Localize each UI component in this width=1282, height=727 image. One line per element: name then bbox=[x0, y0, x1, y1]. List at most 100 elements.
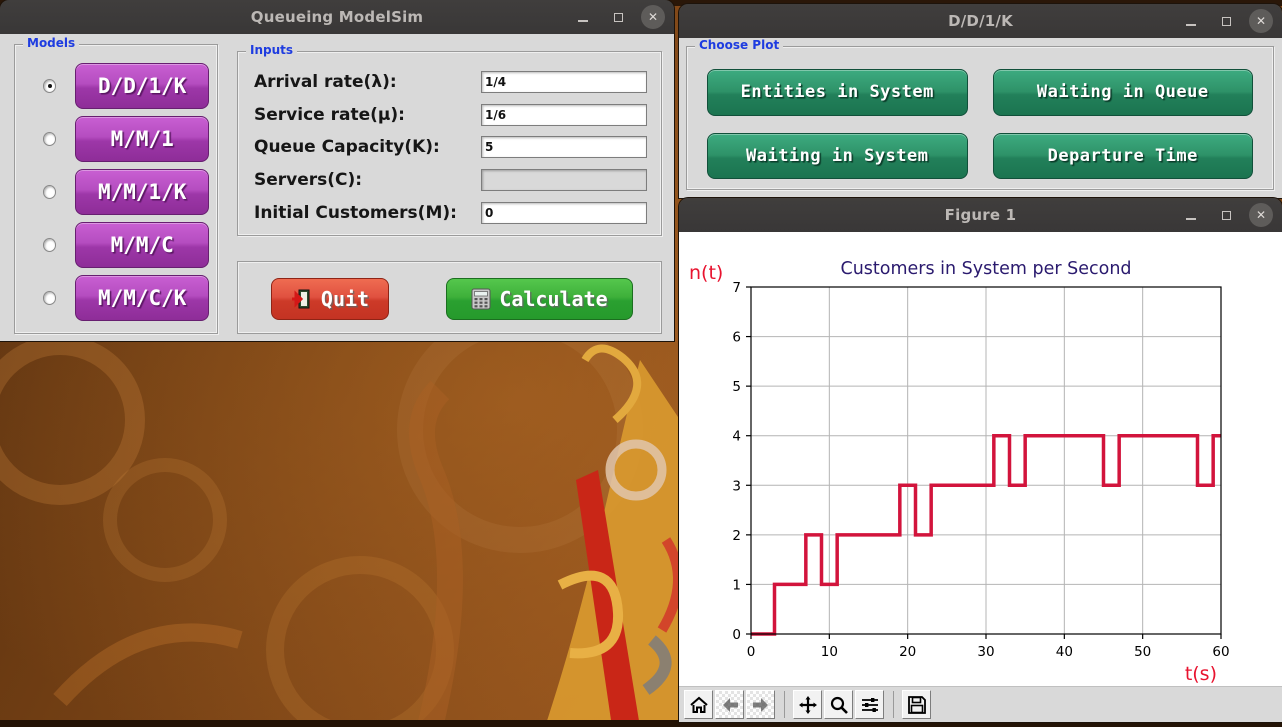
chooser-titlebar[interactable]: D/D/1/K ✕ bbox=[679, 4, 1282, 38]
pan-button[interactable] bbox=[793, 690, 822, 719]
queue-capacity-label: Queue Capacity(K): bbox=[254, 137, 440, 158]
window-plot-chooser: D/D/1/K ✕ Choose Plot Entities in System… bbox=[679, 4, 1282, 198]
model-button-mm1k[interactable]: M/M/1/K bbox=[75, 169, 209, 215]
service-rate-label: Service rate(μ): bbox=[254, 104, 405, 125]
waiting-in-system-button[interactable]: Waiting in System bbox=[707, 132, 968, 179]
input-row: Service rate(μ): bbox=[254, 101, 647, 130]
modelsim-titlebar[interactable]: Queueing ModelSim ✕ bbox=[0, 0, 674, 34]
maximize-icon bbox=[1221, 210, 1231, 220]
calculator-icon bbox=[471, 288, 491, 310]
inputs-legend: Inputs bbox=[246, 43, 298, 57]
model-button-ddik[interactable]: D/D/1/K bbox=[75, 63, 209, 109]
waiting-in-queue-button[interactable]: Waiting in Queue bbox=[992, 69, 1253, 116]
inputs-list: Arrival rate(λ): Service rate(μ): Queue … bbox=[254, 68, 647, 227]
maximize-button[interactable] bbox=[1214, 9, 1238, 33]
svg-text:0: 0 bbox=[732, 627, 741, 643]
window-controls: ✕ bbox=[571, 0, 665, 34]
customers-step-chart: 0 10 20 30 40 50 60 0 1 2 3 4 5 6 7 Customers in System… bbox=[689, 259, 1230, 685]
minimize-button[interactable] bbox=[571, 5, 595, 29]
quit-label: Quit bbox=[320, 287, 370, 311]
input-row: Arrival rate(λ): bbox=[254, 68, 647, 97]
model-button-mmc[interactable]: M/M/C bbox=[75, 222, 209, 268]
figure-toolbar bbox=[679, 686, 1282, 722]
close-button[interactable]: ✕ bbox=[1249, 9, 1273, 33]
svg-text:t(s): t(s) bbox=[1185, 663, 1217, 685]
maximize-button[interactable] bbox=[1214, 203, 1238, 227]
models-legend: Models bbox=[23, 36, 80, 50]
entities-in-system-button[interactable]: Entities in System bbox=[707, 69, 968, 116]
close-icon: ✕ bbox=[647, 10, 659, 24]
close-button[interactable]: ✕ bbox=[1249, 203, 1273, 227]
pan-move-icon bbox=[798, 695, 817, 714]
modelsim-body: Models D/D/1/K M/M/1 M/M/1/K M/M/C M/M/C… bbox=[0, 34, 674, 341]
queue-capacity-field[interactable] bbox=[481, 136, 647, 159]
model-radio-mm1k[interactable] bbox=[43, 185, 57, 199]
model-button-mmck[interactable]: M/M/C/K bbox=[75, 275, 209, 321]
choose-plot-legend: Choose Plot bbox=[695, 38, 784, 52]
initial-customers-label: Initial Customers(M): bbox=[254, 202, 457, 223]
model-row: M/M/C/K bbox=[23, 275, 209, 321]
model-radio-mm1[interactable] bbox=[43, 132, 57, 146]
svg-text:n(t): n(t) bbox=[689, 262, 723, 284]
forward-button[interactable] bbox=[746, 690, 775, 719]
close-icon: ✕ bbox=[1255, 14, 1267, 28]
model-radio-mmc[interactable] bbox=[43, 238, 57, 252]
service-rate-field[interactable] bbox=[481, 103, 647, 126]
figure-titlebar[interactable]: Figure 1 ✕ bbox=[679, 198, 1282, 232]
servers-label: Servers(C): bbox=[254, 170, 363, 191]
home-button[interactable] bbox=[684, 690, 713, 719]
input-row: Initial Customers(M): bbox=[254, 198, 647, 227]
magnifier-icon bbox=[830, 696, 848, 714]
zoom-button[interactable] bbox=[824, 690, 853, 719]
arrival-rate-field[interactable] bbox=[481, 71, 647, 94]
models-groupbox: Models D/D/1/K M/M/1 M/M/1/K M/M/C M/M/C… bbox=[14, 36, 218, 334]
minimize-button[interactable] bbox=[1179, 9, 1203, 33]
maximize-button[interactable] bbox=[606, 5, 630, 29]
configure-subplots-button[interactable] bbox=[855, 690, 884, 719]
close-button[interactable]: ✕ bbox=[641, 5, 665, 29]
calculate-button[interactable]: Calculate bbox=[446, 278, 633, 320]
exit-door-icon bbox=[291, 289, 310, 309]
close-icon: ✕ bbox=[1255, 208, 1267, 222]
home-icon bbox=[689, 696, 708, 713]
figure-canvas: 0 10 20 30 40 50 60 0 1 2 3 4 5 6 7 Customers in System… bbox=[679, 232, 1282, 686]
model-row: M/M/1 bbox=[23, 116, 209, 162]
model-radio-ddik[interactable] bbox=[43, 79, 57, 93]
minimize-button[interactable] bbox=[1179, 203, 1203, 227]
sliders-icon bbox=[861, 697, 878, 712]
svg-text:40: 40 bbox=[1056, 644, 1073, 660]
back-arrow-icon bbox=[722, 697, 738, 712]
svg-text:0: 0 bbox=[747, 644, 756, 660]
svg-text:4: 4 bbox=[732, 429, 741, 445]
svg-text:3: 3 bbox=[732, 478, 741, 494]
back-button[interactable] bbox=[715, 690, 744, 719]
svg-text:6: 6 bbox=[732, 330, 741, 346]
actions-frame: Quit Calculate bbox=[237, 261, 662, 334]
servers-field bbox=[481, 169, 647, 192]
initial-customers-field[interactable] bbox=[481, 201, 647, 224]
svg-text:10: 10 bbox=[821, 644, 838, 660]
window-figure: Figure 1 ✕ 0 10 20 30 40 50 60 0 1 2 3 4 5 6 7 Customer… bbox=[679, 198, 1282, 722]
save-button[interactable] bbox=[902, 690, 931, 719]
svg-text:1: 1 bbox=[732, 577, 741, 593]
window-title: Queueing ModelSim bbox=[250, 8, 424, 26]
minimize-icon bbox=[578, 20, 588, 22]
forward-arrow-icon bbox=[752, 697, 768, 712]
svg-text:Customers in System per Second: Customers in System per Second bbox=[840, 259, 1131, 279]
quit-button[interactable]: Quit bbox=[271, 278, 389, 320]
input-row: Servers(C): bbox=[254, 166, 647, 195]
svg-text:7: 7 bbox=[732, 280, 741, 296]
model-radio-mmck[interactable] bbox=[43, 291, 57, 305]
departure-time-button[interactable]: Departure Time bbox=[992, 132, 1253, 179]
desktop: Queueing ModelSim ✕ Models D/D/1/K M/M/1 bbox=[0, 0, 1282, 727]
models-list: D/D/1/K M/M/1 M/M/1/K M/M/C M/M/C/K bbox=[23, 63, 209, 325]
calculate-label: Calculate bbox=[499, 287, 608, 311]
svg-text:30: 30 bbox=[977, 644, 994, 660]
window-queueing-modelsim: Queueing ModelSim ✕ Models D/D/1/K M/M/1 bbox=[0, 0, 674, 341]
plot-buttons-grid: Entities in System Waiting in Queue Wait… bbox=[707, 69, 1253, 179]
model-row: M/M/C bbox=[23, 222, 209, 268]
svg-text:2: 2 bbox=[732, 528, 741, 544]
model-button-mm1[interactable]: M/M/1 bbox=[75, 116, 209, 162]
input-row: Queue Capacity(K): bbox=[254, 133, 647, 162]
chooser-body: Choose Plot Entities in System Waiting i… bbox=[679, 38, 1282, 198]
